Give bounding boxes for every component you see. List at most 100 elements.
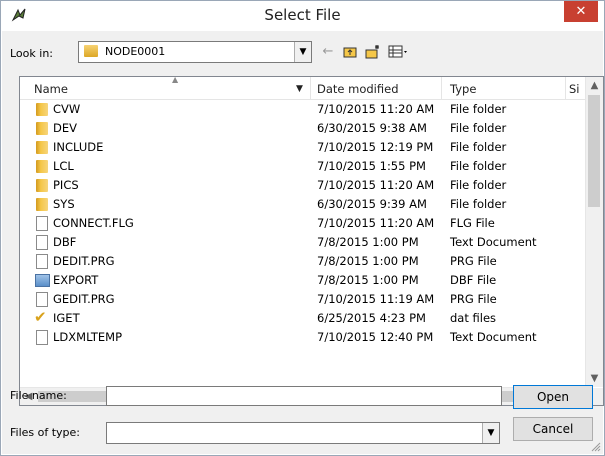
up-folder-icon[interactable] <box>342 44 358 60</box>
file-date: 7/8/2015 1:00 PM <box>317 273 419 287</box>
file-date: 6/25/2015 4:23 PM <box>317 311 426 325</box>
vertical-scroll-thumb[interactable] <box>588 95 600 207</box>
look-in-combobox[interactable]: NODE0001 ▼ <box>78 41 312 63</box>
file-name: DEDIT.PRG <box>53 254 115 268</box>
sort-ascending-icon: ▲ <box>172 75 179 84</box>
folder-icon <box>36 160 48 173</box>
select-file-dialog: Select File ✕ Look in: NODE0001 ▼ ← Name… <box>0 0 605 456</box>
chevron-down-icon[interactable]: ▼ <box>296 84 303 94</box>
file-icon <box>36 235 48 250</box>
file-name: LDXMLTEMP <box>53 330 123 344</box>
list-item[interactable]: DBF 7/8/2015 1:00 PM Text Document <box>20 233 586 252</box>
file-type: Text Document <box>450 330 537 344</box>
list-item[interactable]: GEDIT.PRG 7/10/2015 11:19 AM PRG File <box>20 290 586 309</box>
chevron-down-icon[interactable]: ▼ <box>294 42 311 62</box>
file-type: File folder <box>450 140 507 154</box>
back-arrow-icon[interactable]: ← <box>320 44 336 60</box>
file-name: CONNECT.FLG <box>53 216 134 230</box>
file-type: dat files <box>450 311 497 325</box>
list-item[interactable]: INCLUDE 7/10/2015 12:19 PM File folder <box>20 138 586 157</box>
file-name: GEDIT.PRG <box>53 292 115 306</box>
column-divider[interactable] <box>565 77 566 99</box>
list-item[interactable]: EXPORT 7/8/2015 1:00 PM DBF File <box>20 271 586 290</box>
check-icon: ✔ <box>34 308 47 326</box>
list-item[interactable]: PICS 7/10/2015 11:20 AM File folder <box>20 176 586 195</box>
file-date: 7/8/2015 1:00 PM <box>317 254 419 268</box>
file-name: CVW <box>53 102 81 116</box>
list-item[interactable]: SYS 6/30/2015 9:39 AM File folder <box>20 195 586 214</box>
dialog-body: Look in: NODE0001 ▼ ← Name ▲ ▼ Date modi… <box>2 31 604 454</box>
list-item[interactable]: CONNECT.FLG 7/10/2015 11:20 AM FLG File <box>20 214 586 233</box>
file-type: Text Document <box>450 235 537 249</box>
file-name: INCLUDE <box>53 140 104 154</box>
file-type: DBF File <box>450 273 497 287</box>
resize-grip-icon[interactable] <box>591 442 601 452</box>
file-list[interactable]: Name ▲ ▼ Date modified Type Si CVW 7/10/… <box>19 75 604 406</box>
file-icon <box>36 292 48 307</box>
folder-icon <box>84 45 98 57</box>
view-menu-icon[interactable] <box>388 44 412 60</box>
file-rows: CVW 7/10/2015 11:20 AM File folder DEV 6… <box>20 100 586 386</box>
file-name: SYS <box>53 197 75 211</box>
list-item[interactable]: LCL 7/10/2015 1:55 PM File folder <box>20 157 586 176</box>
title-bar: Select File ✕ <box>1 1 604 31</box>
file-type: File folder <box>450 197 507 211</box>
file-name-input[interactable] <box>106 386 502 406</box>
file-name: EXPORT <box>53 273 99 287</box>
files-of-type-label: Files of type: <box>10 426 81 439</box>
open-button[interactable]: Open <box>513 385 593 409</box>
file-type: PRG File <box>450 254 497 268</box>
database-file-icon <box>35 274 50 287</box>
vertical-scrollbar[interactable]: ▲ ▼ <box>585 77 603 387</box>
list-item[interactable]: DEV 6/30/2015 9:38 AM File folder <box>20 119 586 138</box>
column-size[interactable]: Si <box>569 82 580 96</box>
file-name: LCL <box>53 159 74 173</box>
file-type: File folder <box>450 178 507 192</box>
look-in-label: Look in: <box>10 47 53 60</box>
file-date: 7/10/2015 1:55 PM <box>317 159 426 173</box>
new-folder-icon[interactable] <box>364 44 380 60</box>
list-item[interactable]: CVW 7/10/2015 11:20 AM File folder <box>20 100 586 119</box>
scroll-up-icon[interactable]: ▲ <box>586 77 603 94</box>
file-name: DEV <box>53 121 77 135</box>
column-header: Name ▲ ▼ Date modified Type Si <box>20 75 586 100</box>
folder-icon <box>36 198 48 211</box>
file-date: 6/30/2015 9:39 AM <box>317 197 427 211</box>
list-item[interactable]: LDXMLTEMP 7/10/2015 12:40 PM Text Docume… <box>20 328 586 347</box>
file-type: FLG File <box>450 216 495 230</box>
column-type[interactable]: Type <box>450 82 476 96</box>
files-of-type-select[interactable]: ▼ <box>106 422 500 444</box>
file-icon <box>36 254 48 269</box>
look-in-value: NODE0001 <box>105 45 166 58</box>
column-name[interactable]: Name <box>34 82 68 96</box>
file-name: DBF <box>53 235 77 249</box>
list-item[interactable]: DEDIT.PRG 7/8/2015 1:00 PM PRG File <box>20 252 586 271</box>
column-date-modified[interactable]: Date modified <box>317 82 399 96</box>
cancel-button[interactable]: Cancel <box>513 417 593 441</box>
file-date: 7/10/2015 11:20 AM <box>317 102 435 116</box>
file-type: File folder <box>450 102 507 116</box>
file-type: File folder <box>450 121 507 135</box>
file-icon <box>36 330 48 345</box>
file-type: File folder <box>450 159 507 173</box>
folder-icon <box>36 103 48 116</box>
list-item[interactable]: ✔ IGET 6/25/2015 4:23 PM dat files <box>20 309 586 328</box>
file-date: 7/10/2015 11:19 AM <box>317 292 435 306</box>
file-icon <box>36 216 48 231</box>
file-date: 7/10/2015 11:20 AM <box>317 178 435 192</box>
chevron-down-icon[interactable]: ▼ <box>482 423 499 443</box>
file-type: PRG File <box>450 292 497 306</box>
folder-icon <box>36 179 48 192</box>
file-name-label: File name: <box>10 389 67 402</box>
file-date: 7/10/2015 12:40 PM <box>317 330 434 344</box>
file-name: IGET <box>53 311 80 325</box>
file-date: 7/10/2015 12:19 PM <box>317 140 434 154</box>
close-button[interactable]: ✕ <box>564 1 598 22</box>
column-divider[interactable] <box>310 77 311 99</box>
window-title: Select File <box>264 6 341 24</box>
file-date: 6/30/2015 9:38 AM <box>317 121 427 135</box>
file-date: 7/10/2015 11:20 AM <box>317 216 435 230</box>
column-divider[interactable] <box>441 77 442 99</box>
file-date: 7/8/2015 1:00 PM <box>317 235 419 249</box>
folder-icon <box>36 122 48 135</box>
